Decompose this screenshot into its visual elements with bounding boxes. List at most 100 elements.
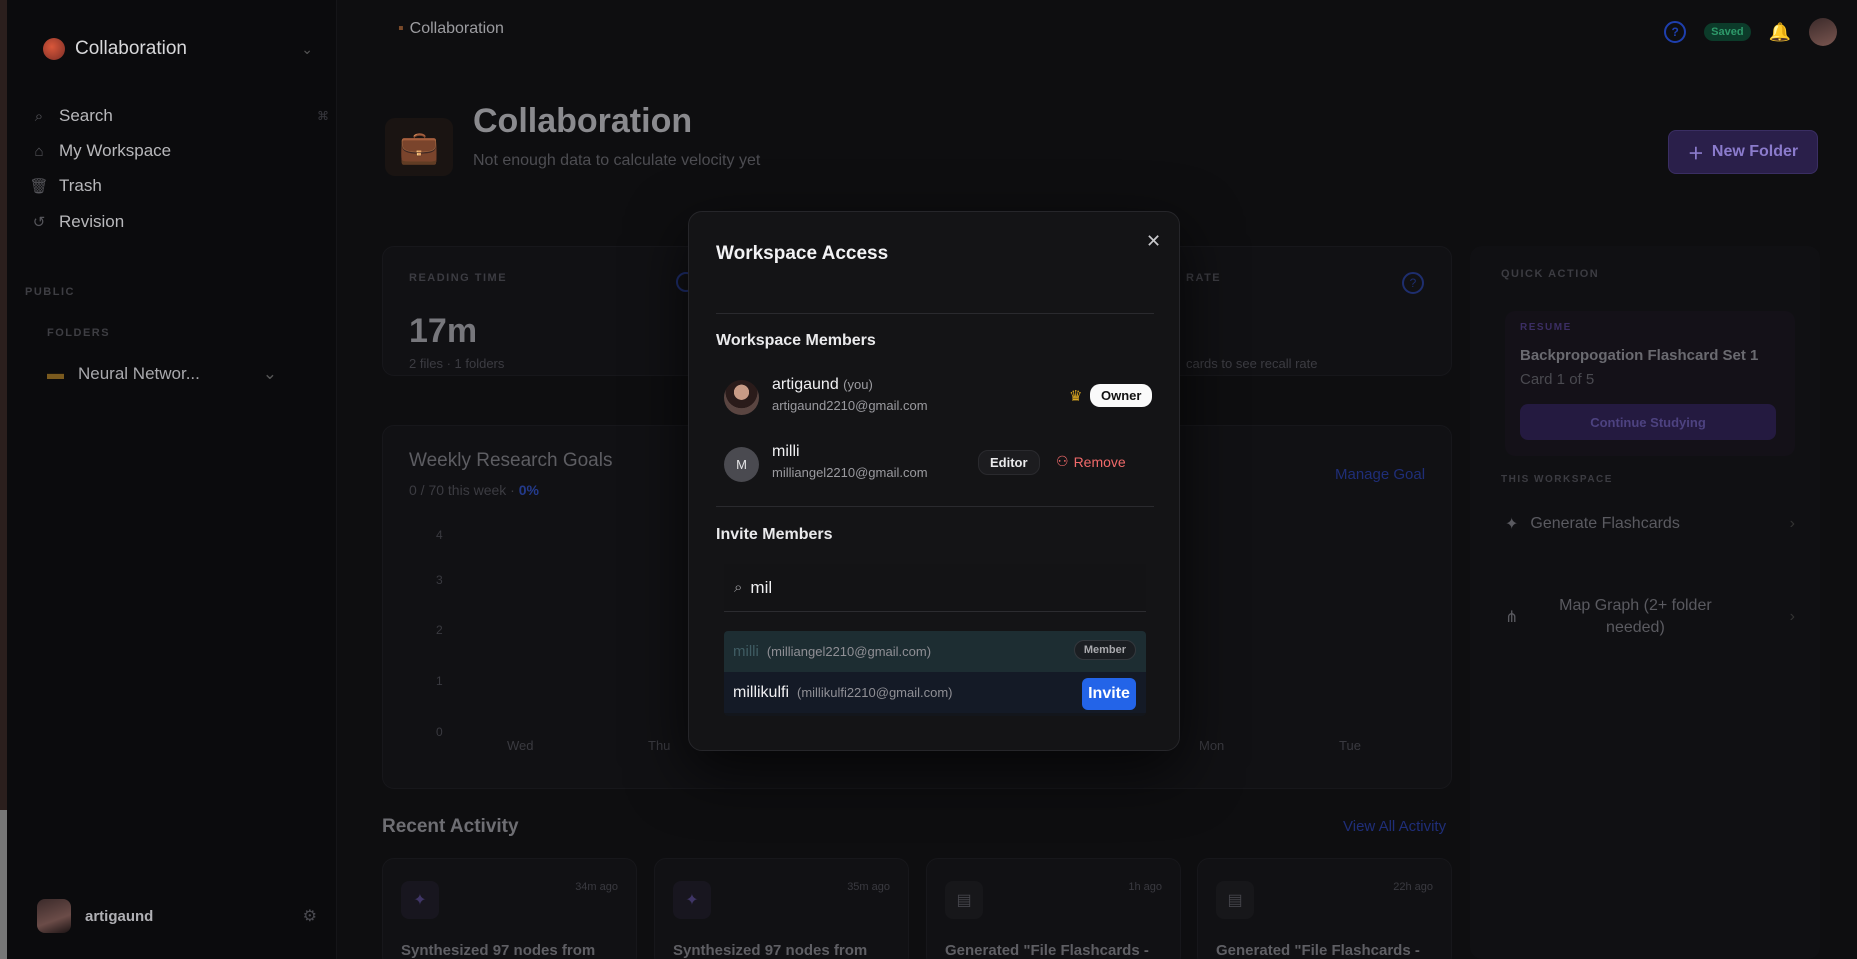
sidebar-item-label: Search [59, 106, 113, 125]
sparkle-icon: ✦ [401, 881, 439, 919]
member-name-text: artigaund [772, 376, 839, 393]
bell-icon[interactable]: 🔔 [1769, 22, 1791, 43]
x-tick: Mon [1199, 738, 1225, 753]
activity-text: Synthesized 97 nodes from [673, 942, 868, 959]
result-row[interactable]: millikulfi (millikulfi2210@gmail.com) In… [724, 672, 1146, 713]
breadcrumb-label[interactable]: Collaboration [410, 20, 504, 38]
manage-goal-link[interactable]: Manage Goal [1335, 466, 1425, 483]
recent-activity-title: Recent Activity [382, 816, 519, 837]
member-row: artigaund (you) artigaund2210@gmail.com … [724, 376, 1153, 420]
invite-search-input[interactable] [750, 577, 1111, 598]
gear-icon[interactable]: ⚙ [303, 906, 317, 926]
result-row: milli (milliangel2210@gmail.com) Member [724, 631, 1146, 672]
invite-search[interactable]: ⌕ [724, 564, 1146, 612]
shortcut-icon: ⌘ [317, 109, 329, 123]
reading-time-value: 17m [409, 312, 478, 350]
sidebar-item-my-workspace[interactable]: ⌂ My Workspace [29, 141, 329, 161]
sidebar-item-search[interactable]: ⌕ Search ⌘ [29, 106, 329, 126]
goals-progress-text: 0 / 70 this week · [409, 482, 519, 498]
member-name: artigaund (you) [772, 376, 873, 394]
continue-studying-button[interactable]: Continue Studying [1520, 404, 1776, 440]
member-badge: Member [1073, 640, 1136, 660]
public-section-label: PUBLIC [25, 286, 75, 298]
avatar[interactable] [1809, 18, 1837, 46]
new-folder-label: New Folder [1711, 143, 1799, 160]
activity-card[interactable]: ✦ 35m ago Synthesized 97 nodes from [654, 858, 909, 959]
avatar: M [724, 447, 759, 482]
activity-card[interactable]: ▤ 1h ago Generated "File Flashcards - [926, 858, 1181, 959]
page-title: Collaboration [473, 102, 693, 140]
resume-title: Backpropogation Flashcard Set 1 [1520, 347, 1759, 364]
resume-sub: Card 1 of 5 [1520, 371, 1595, 388]
user-name: artigaund [85, 907, 154, 925]
recall-rate-label: RATE [1186, 272, 1222, 284]
close-icon[interactable]: ✕ [1146, 231, 1161, 252]
workspace-name: Collaboration [75, 38, 187, 59]
sidebar-item-label: Revision [59, 212, 125, 231]
sparkle-icon: ✦ [673, 881, 711, 919]
reading-time-sub: 2 files · 1 folders [409, 356, 505, 371]
goals-progress: 0 / 70 this week · 0% [409, 482, 539, 498]
search-results: milli (milliangel2210@gmail.com) Member … [724, 631, 1146, 716]
home-icon: ⌂ [34, 142, 44, 160]
window-edge [0, 0, 7, 959]
chevron-right-icon: › [1789, 608, 1795, 625]
activity-text: Generated "File Flashcards - [945, 942, 1149, 959]
member-email: artigaund2210@gmail.com [772, 398, 928, 413]
resume-label: RESUME [1520, 322, 1572, 333]
generate-flashcards-label: Generate Flashcards [1530, 515, 1680, 532]
y-tick: 4 [436, 528, 443, 542]
y-tick: 3 [436, 573, 443, 587]
remove-member-button[interactable]: ⚇ Remove [1056, 453, 1126, 470]
view-all-activity-link[interactable]: View All Activity [1343, 818, 1446, 835]
graph-icon: ⋔ [1505, 609, 1519, 626]
search-icon: ⌕ [734, 579, 743, 596]
chevron-down-icon: ⌄ [301, 40, 313, 57]
divider [716, 506, 1154, 507]
member-row: M milli milliangel2210@gmail.com Editor … [724, 443, 1146, 487]
sparkle-icon: ✦ [1505, 516, 1519, 533]
modal-title: Workspace Access [716, 243, 889, 264]
briefcase-icon: 💼 [385, 118, 453, 176]
goals-percent: 0% [518, 482, 539, 498]
trash-icon: 🗑 [29, 178, 49, 195]
member-email: milliangel2210@gmail.com [772, 465, 928, 480]
chevron-down-icon: ⌄ [262, 364, 277, 383]
remove-label: Remove [1073, 453, 1126, 470]
status-badge: Saved [1704, 23, 1751, 41]
sidebar-item-label: My Workspace [59, 141, 172, 160]
divider [716, 313, 1154, 314]
sidebar-item-trash[interactable]: 🗑 Trash [29, 176, 329, 196]
activity-card[interactable]: ✦ 34m ago Synthesized 97 nodes from [382, 858, 637, 959]
reading-time-label: READING TIME [409, 272, 508, 284]
generate-flashcards-button[interactable]: ✦ Generate Flashcards › [1505, 514, 1795, 534]
remove-user-icon: ⚇ [1056, 453, 1069, 469]
search-icon: ⌕ [34, 107, 44, 125]
user-profile[interactable]: artigaund ⚙ [37, 893, 317, 939]
activity-card[interactable]: ▤ 22h ago Generated "File Flashcards - [1197, 858, 1452, 959]
folder-label: Neural Networ... [78, 364, 200, 383]
this-workspace-label: THIS WORKSPACE [1501, 474, 1613, 485]
avatar [37, 899, 71, 933]
sidebar-item-revision[interactable]: ↺ Revision [29, 212, 329, 232]
invite-button[interactable]: Invite [1082, 678, 1136, 710]
map-graph-button[interactable]: ⋔ Map Graph (2+ folder needed) › [1505, 595, 1795, 639]
x-tick: Thu [648, 738, 671, 753]
help-icon[interactable]: ? [1402, 272, 1424, 294]
breadcrumb: ▪ Collaboration [398, 20, 504, 38]
history-icon: ↺ [32, 214, 46, 231]
invite-heading: Invite Members [716, 526, 833, 543]
y-tick: 0 [436, 725, 443, 739]
workspace-switcher[interactable]: Collaboration ⌄ [43, 38, 313, 60]
chevron-right-icon: › [1789, 515, 1795, 532]
activity-time: 35m ago [847, 881, 890, 893]
members-heading: Workspace Members [716, 332, 876, 349]
sidebar-folder-item[interactable]: ▬ Neural Networ... ⌄ [47, 364, 277, 384]
y-tick: 2 [436, 623, 443, 637]
activity-time: 22h ago [1393, 881, 1433, 893]
new-folder-button[interactable]: ＋ New Folder [1668, 130, 1818, 174]
x-tick: Tue [1339, 738, 1361, 753]
help-icon[interactable]: ? [1664, 21, 1687, 43]
role-select[interactable]: Editor [978, 450, 1040, 475]
result-email: (milliangel2210@gmail.com) [766, 644, 932, 659]
